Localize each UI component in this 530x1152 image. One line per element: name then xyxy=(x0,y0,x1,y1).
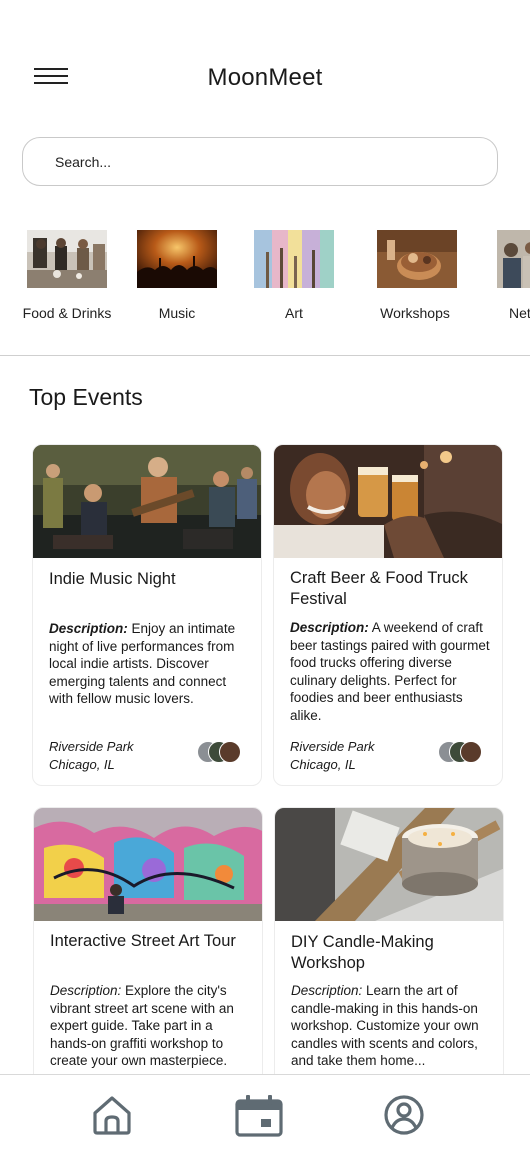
category-workshops[interactable]: Workshops xyxy=(377,230,457,321)
music-thumbnail xyxy=(137,230,217,288)
category-label: Workshops xyxy=(380,305,450,321)
event-description: Description: Explore the city's vibrant … xyxy=(50,982,250,1070)
event-image xyxy=(274,445,502,558)
home-icon[interactable] xyxy=(90,1093,134,1137)
event-title: DIY Candle-Making Workshop xyxy=(291,933,434,972)
event-card-craft-beer-festival[interactable]: Craft Beer & Food Truck Festival Descrip… xyxy=(273,444,503,786)
attendee-avatar xyxy=(460,741,482,763)
search-input[interactable] xyxy=(23,138,497,185)
app-title: MoonMeet xyxy=(207,64,323,91)
event-image xyxy=(33,445,261,558)
category-strip[interactable]: Food & Drinks Music Art Workshops Net xyxy=(0,230,530,330)
calendar-icon[interactable] xyxy=(235,1093,283,1137)
attendee-avatars[interactable] xyxy=(438,741,484,763)
art-thumbnail xyxy=(254,230,334,288)
location-venue: Riverside Park xyxy=(290,739,375,754)
category-music[interactable]: Music xyxy=(137,230,217,321)
description-label: Description: xyxy=(50,983,122,998)
description-text: A weekend of craft beer tastings paired … xyxy=(290,620,490,723)
attendee-avatar xyxy=(219,741,241,763)
event-location: Riverside Park Chicago, IL xyxy=(49,738,134,774)
event-title: Indie Music Night xyxy=(49,570,176,588)
category-label: Music xyxy=(158,305,196,321)
section-divider xyxy=(0,355,530,356)
category-networking[interactable]: Net xyxy=(497,230,530,321)
profile-icon[interactable] xyxy=(382,1093,426,1137)
search-bar[interactable] xyxy=(22,137,498,186)
event-title: Interactive Street Art Tour xyxy=(50,932,236,950)
event-description: Description: Enjoy an intimate night of … xyxy=(49,620,249,708)
category-food-drinks[interactable]: Food & Drinks xyxy=(23,230,111,321)
event-image xyxy=(34,808,262,921)
category-label: Art xyxy=(285,305,303,321)
event-location: Riverside Park Chicago, IL xyxy=(290,738,375,774)
event-card-indie-music-night[interactable]: Indie Music Night Description: Enjoy an … xyxy=(32,444,262,786)
location-city: Chicago, IL xyxy=(290,757,356,772)
category-label: Net xyxy=(509,305,530,321)
event-image xyxy=(275,808,503,921)
location-city: Chicago, IL xyxy=(49,757,115,772)
location-venue: Riverside Park xyxy=(49,739,134,754)
event-card-candle-making-workshop[interactable]: DIY Candle-Making Workshop Description: … xyxy=(274,807,504,1087)
networking-thumbnail xyxy=(497,230,530,288)
category-art[interactable]: Art xyxy=(254,230,334,321)
event-description: Description: Learn the art of candle-mak… xyxy=(291,982,491,1070)
category-label: Food & Drinks xyxy=(22,305,112,321)
description-label: Description: xyxy=(291,983,363,998)
event-title: Craft Beer & Food Truck Festival xyxy=(290,569,468,608)
food-drinks-thumbnail xyxy=(27,230,107,288)
workshops-thumbnail xyxy=(377,230,457,288)
app-header: MoonMeet xyxy=(0,0,530,130)
attendee-avatars[interactable] xyxy=(197,741,243,763)
event-description: Description: A weekend of craft beer tas… xyxy=(290,619,490,724)
bottom-navigation xyxy=(0,1074,530,1152)
event-card-street-art-tour[interactable]: Interactive Street Art Tour Description:… xyxy=(33,807,263,1087)
section-title: Top Events xyxy=(29,384,143,410)
description-label: Description: xyxy=(49,621,128,636)
description-label: Description: xyxy=(290,620,369,635)
